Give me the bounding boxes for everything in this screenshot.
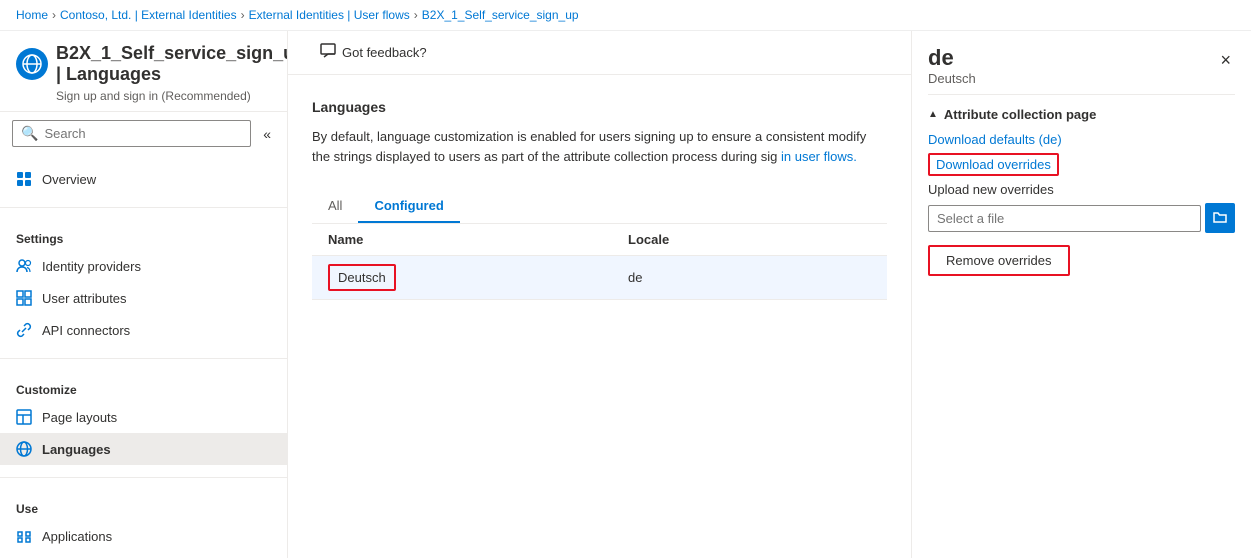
sidebar-item-languages[interactable]: Languages — [0, 433, 287, 465]
deutsch-name-cell: Deutsch — [328, 264, 396, 291]
sidebar-item-languages-label: Languages — [42, 442, 111, 457]
page-title: B2X_1_Self_service_sign_up | Languages — [56, 43, 288, 85]
sidebar-item-user-attributes-label: User attributes — [42, 291, 127, 306]
column-locale: Locale — [628, 232, 828, 247]
panel-lang-code: de — [928, 47, 976, 69]
sidebar-item-applications[interactable]: Applications — [0, 520, 287, 552]
tabs-container: All Configured — [312, 190, 887, 224]
panel-body: ▲ Attribute collection page Download def… — [912, 107, 1251, 558]
sidebar-item-page-layouts[interactable]: Page layouts — [0, 401, 287, 433]
sidebar-item-api-connectors-label: API connectors — [42, 323, 130, 338]
sidebar-item-overview[interactable]: Overview — [0, 163, 287, 195]
sidebar-item-identity-providers[interactable]: Identity providers — [0, 250, 287, 282]
tab-all[interactable]: All — [312, 190, 358, 223]
sidebar-item-identity-providers-label: Identity providers — [42, 259, 141, 274]
right-panel: de Deutsch × ▲ Attribute collection page… — [911, 31, 1251, 558]
file-input[interactable] — [928, 205, 1201, 232]
breadcrumb: Home › Contoso, Ltd. | External Identiti… — [0, 0, 1251, 31]
sidebar-item-overview-label: Overview — [42, 172, 96, 187]
download-defaults-link[interactable]: Download defaults (de) — [928, 132, 1235, 147]
search-container: 🔍 « — [0, 112, 287, 155]
apps-icon — [16, 528, 32, 544]
panel-header: de Deutsch × — [912, 31, 1251, 94]
breadcrumb-sep-1: › — [52, 8, 56, 22]
search-icon: 🔍 — [21, 125, 38, 142]
sidebar-item-applications-label: Applications — [42, 529, 112, 544]
nav-section-use: Use Applications — [0, 482, 287, 558]
description-link[interactable]: in user flows. — [781, 149, 857, 164]
nav-divider-customize — [0, 358, 287, 359]
feedback-label: Got feedback? — [342, 45, 427, 60]
content-toolbar: Got feedback? — [288, 31, 911, 75]
download-overrides-link[interactable]: Download overrides — [928, 153, 1059, 176]
sidebar: B2X_1_Self_service_sign_up | Languages .… — [0, 31, 288, 558]
nav-section-customize: Customize Page layouts Languages — [0, 363, 287, 473]
column-empty — [828, 232, 871, 247]
panel-lang-name: Deutsch — [928, 71, 976, 86]
table-cell-locale: de — [628, 270, 828, 285]
nav-section-settings: Settings Identity providers User attribu… — [0, 212, 287, 354]
section-label-customize: Customize — [0, 371, 287, 401]
nav-section-overview: Overview — [0, 155, 287, 203]
sidebar-item-api-connectors[interactable]: API connectors — [0, 314, 287, 346]
search-box[interactable]: 🔍 — [12, 120, 251, 147]
nav-divider-use — [0, 477, 287, 478]
section-label-settings: Settings — [0, 220, 287, 250]
content-description: By default, language customization is en… — [312, 127, 887, 166]
panel-section-header[interactable]: ▲ Attribute collection page — [928, 107, 1235, 122]
sidebar-item-user-attributes[interactable]: User attributes — [0, 282, 287, 314]
main-content: Got feedback? Languages By default, lang… — [288, 31, 911, 558]
panel-title-block: de Deutsch — [928, 47, 976, 86]
table-cell-name: Deutsch — [328, 264, 628, 291]
panel-divider — [928, 94, 1235, 95]
overview-icon — [16, 171, 32, 187]
breadcrumb-sep-3: › — [414, 8, 418, 22]
page-icon — [16, 48, 48, 80]
grid-icon — [16, 290, 32, 306]
breadcrumb-current[interactable]: B2X_1_Self_service_sign_up — [422, 8, 579, 22]
feedback-button[interactable]: Got feedback? — [312, 39, 435, 66]
link-icon — [16, 322, 32, 338]
table-row[interactable]: Deutsch de — [312, 256, 887, 300]
section-label-use: Use — [0, 490, 287, 520]
layout-icon — [16, 409, 32, 425]
people-icon — [16, 258, 32, 274]
nav-divider-settings — [0, 207, 287, 208]
breadcrumb-userflows[interactable]: External Identities | User flows — [249, 8, 410, 22]
remove-overrides-button[interactable]: Remove overrides — [928, 245, 1070, 276]
file-input-row — [928, 203, 1235, 233]
sidebar-item-page-layouts-label: Page layouts — [42, 410, 117, 425]
content-section-title: Languages — [312, 99, 887, 115]
breadcrumb-sep-2: › — [241, 8, 245, 22]
chevron-up-icon: ▲ — [928, 109, 938, 120]
close-panel-button[interactable]: × — [1216, 47, 1235, 73]
collapse-sidebar-button[interactable]: « — [259, 122, 275, 146]
table-header: Name Locale — [312, 224, 887, 256]
breadcrumb-contoso[interactable]: Contoso, Ltd. | External Identities — [60, 8, 237, 22]
upload-label: Upload new overrides — [928, 182, 1235, 197]
panel-section-title: Attribute collection page — [944, 107, 1096, 122]
globe-icon — [16, 441, 32, 457]
page-subtitle: Sign up and sign in (Recommended) — [56, 89, 271, 103]
search-input[interactable] — [44, 126, 242, 141]
table-container: Name Locale Deutsch de — [312, 224, 887, 300]
feedback-icon — [320, 43, 336, 62]
tab-configured[interactable]: Configured — [358, 190, 459, 223]
content-body: Languages By default, language customiza… — [288, 75, 911, 558]
breadcrumb-home[interactable]: Home — [16, 8, 48, 22]
file-browse-button[interactable] — [1205, 203, 1235, 233]
page-header: B2X_1_Self_service_sign_up | Languages .… — [0, 31, 287, 112]
column-name: Name — [328, 232, 628, 247]
folder-icon — [1213, 210, 1227, 227]
